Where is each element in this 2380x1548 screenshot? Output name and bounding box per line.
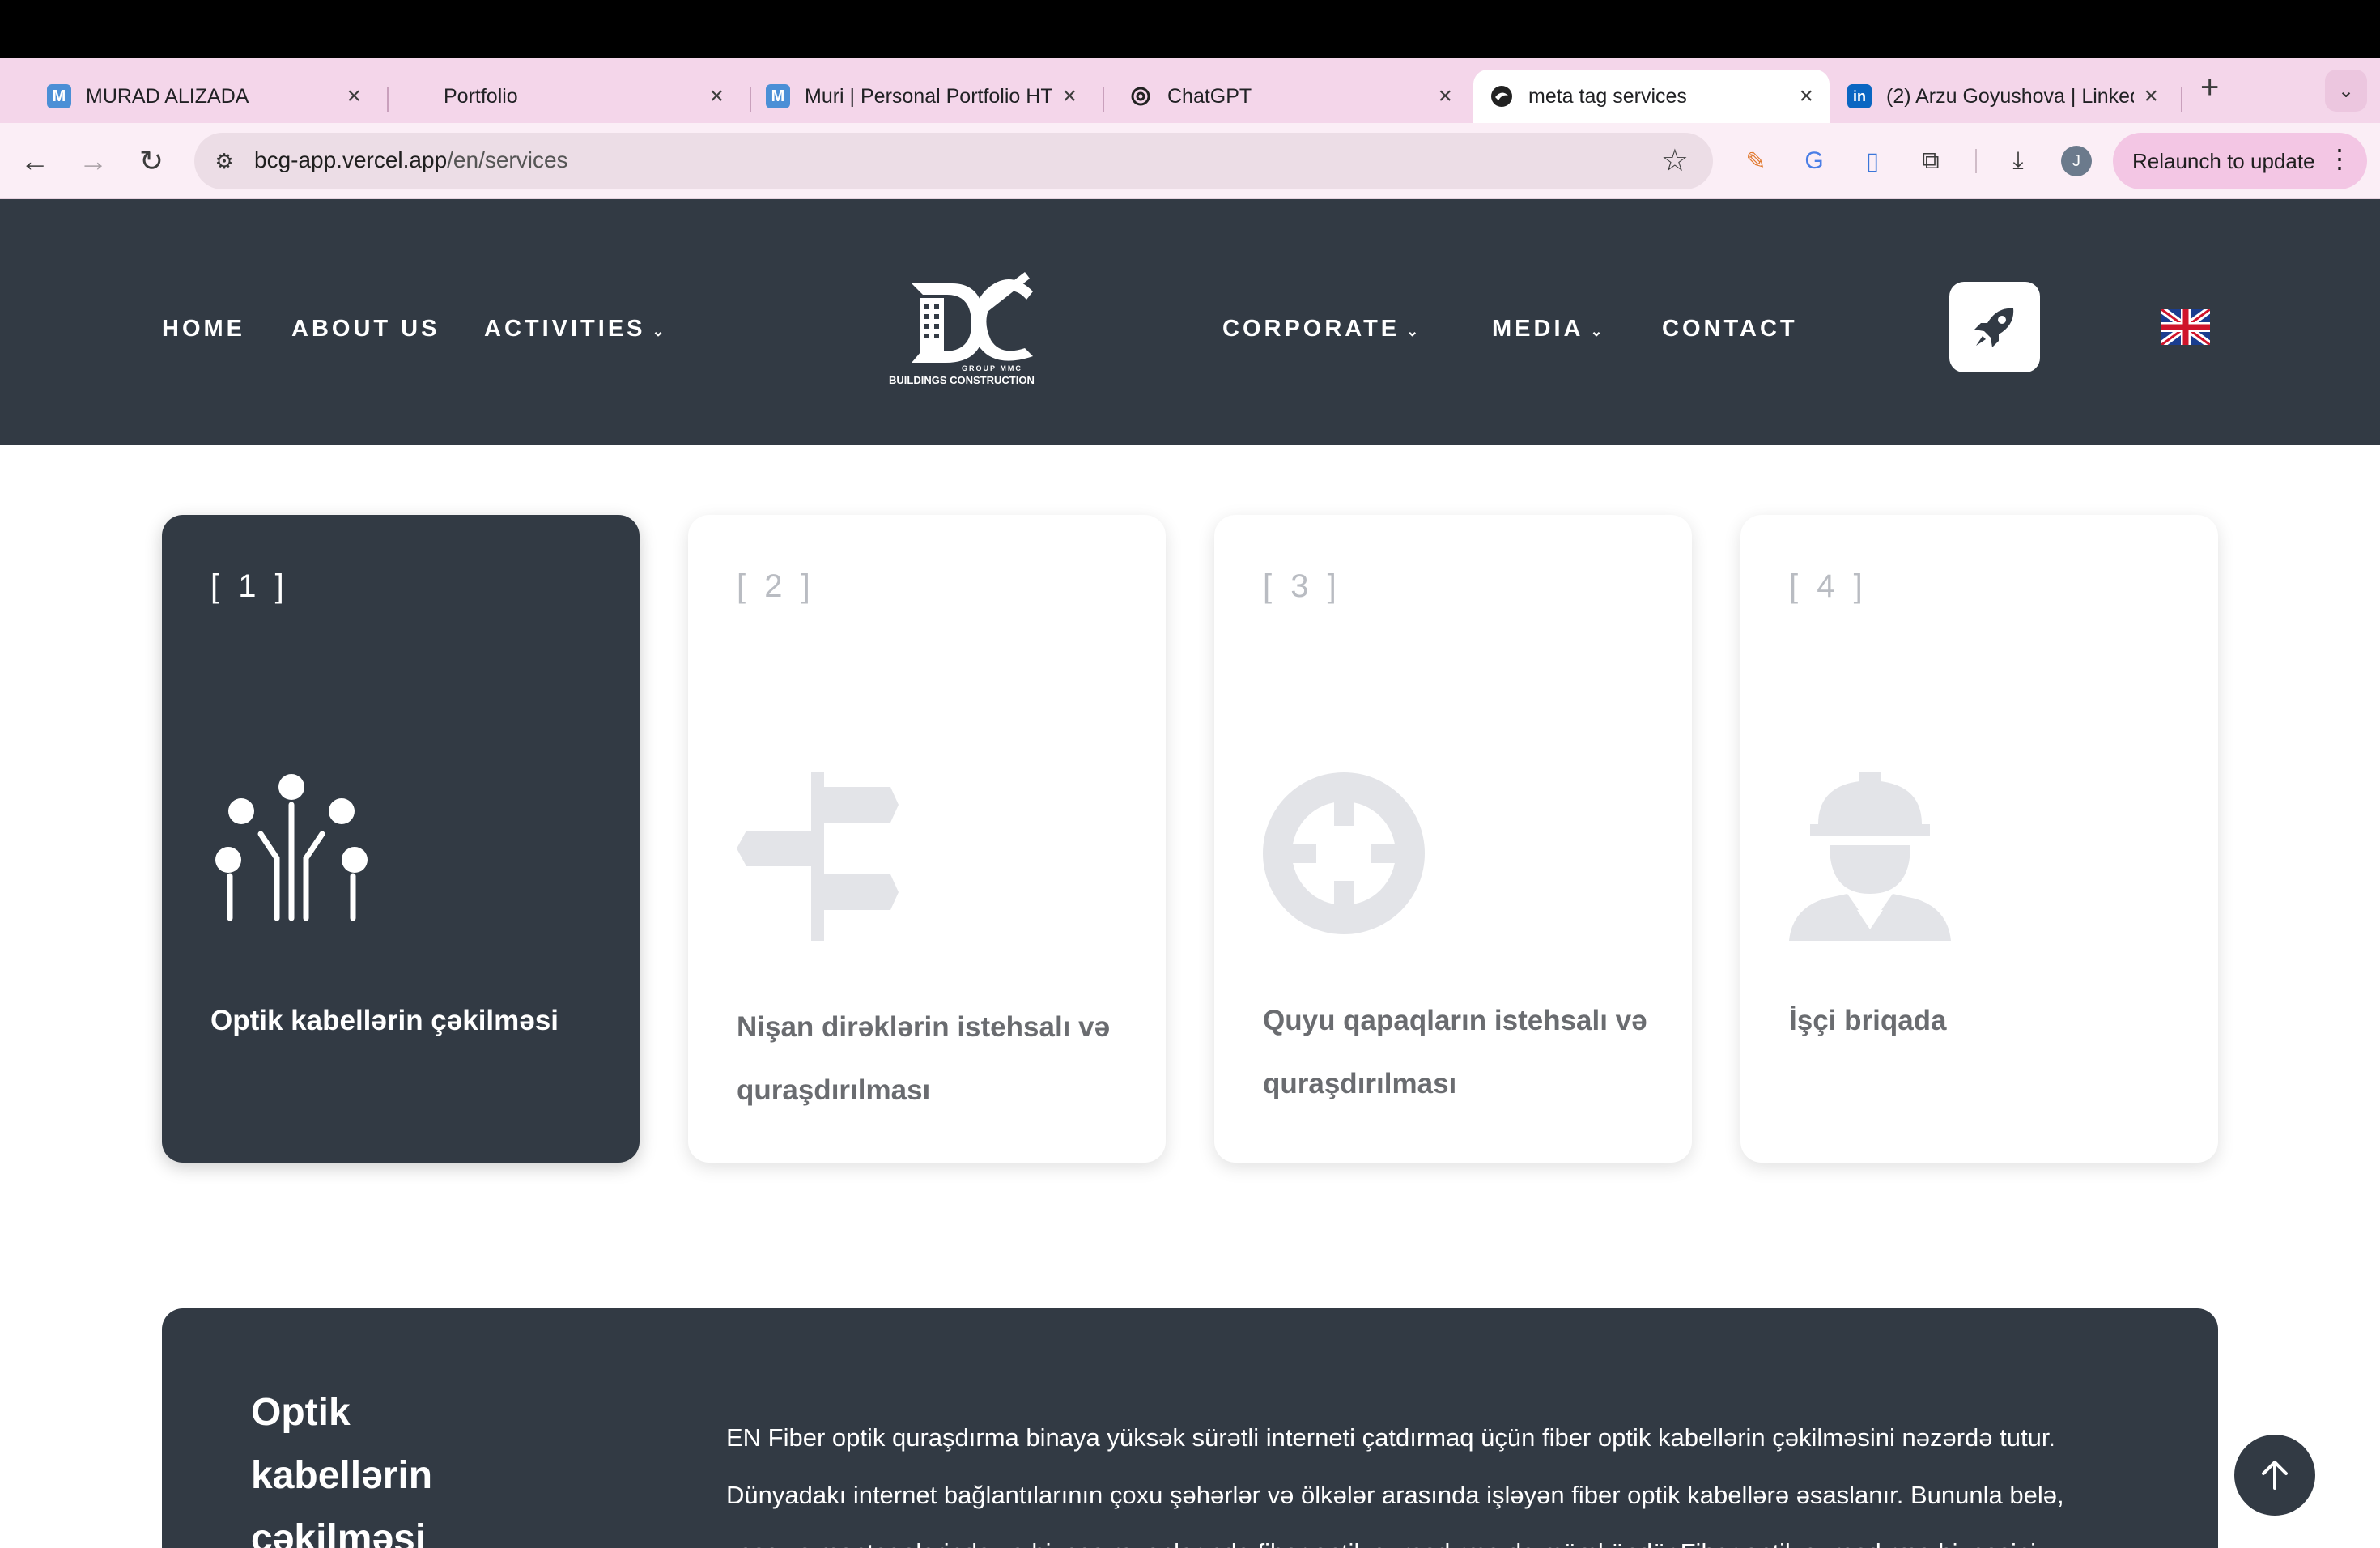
m-favicon-icon: M [47, 84, 71, 108]
card-title: Nişan dirəklərin istehsalı və quraşdırıl… [737, 1011, 1111, 1106]
site-settings-icon[interactable]: ⚙ [210, 147, 238, 175]
close-icon[interactable]: × [1799, 84, 1813, 108]
service-card-1[interactable]: [ 1 ] Optik kabellərin çəkilməsi [162, 515, 640, 1163]
tab-title: ChatGPT [1167, 84, 1252, 108]
forward-icon[interactable]: → [73, 141, 113, 181]
card-number: [ 4 ] [1789, 568, 1868, 604]
tab-strip: M MURAD ALIZADA × Portfolio × M Muri | P… [0, 58, 2380, 123]
download-icon[interactable]: ⤓ [2003, 146, 2034, 176]
tab-portfolio[interactable]: Portfolio × [387, 70, 740, 123]
profile-avatar[interactable]: J [2061, 146, 2092, 176]
toolbar-separator [1975, 149, 1977, 173]
tab-linkedin[interactable]: in (2) Arzu Goyushova | LinkedIn × [1831, 70, 2174, 123]
relaunch-label: Relaunch to update [2132, 148, 2315, 173]
service-detail-section: Optik kabellərin çəkilməsi EN Fiber opti… [162, 1308, 2218, 1548]
more-menu-icon[interactable]: ⋮ [2327, 146, 2352, 172]
url-domain: bcg-app.vercel.app [254, 147, 448, 172]
close-icon[interactable]: × [346, 84, 361, 108]
close-icon[interactable]: × [1062, 84, 1077, 108]
card-title: Optik kabellərin çəkilməsi [210, 1005, 559, 1036]
tab-title: MURAD ALIZADA [86, 84, 249, 108]
translate-extension-icon[interactable]: G [1799, 146, 1830, 176]
m-favicon-icon: M [766, 84, 790, 108]
tab-chatgpt[interactable]: ChatGPT × [1112, 70, 1468, 123]
tab-separator [1103, 87, 1104, 112]
chevron-down-icon: ⌄ [1590, 323, 1603, 339]
nav-activities[interactable]: ACTIVITIES ⌄ [484, 316, 665, 342]
bcg-logo[interactable]: GROUP MMC BUILDINGS CONSTRUCTION [887, 267, 1057, 389]
rocket-button[interactable] [1949, 282, 2040, 372]
worker-icon [1789, 772, 1951, 941]
nav-label: ABOUT US [291, 316, 440, 342]
nav-label: CONTACT [1662, 316, 1798, 342]
service-card-2[interactable]: [ 2 ] Nişan dirəklərin istehsalı və qura… [688, 515, 1166, 1163]
tab-title: (2) Arzu Goyushova | LinkedIn [1886, 84, 2135, 108]
arrow-up-icon [2262, 1461, 2288, 1490]
bookmark-star-icon[interactable]: ☆ [1661, 142, 1689, 179]
logo-subtext: GROUP MMC [962, 364, 1022, 372]
nav-label: HOME [162, 316, 245, 342]
nav-label: ACTIVITIES [484, 316, 646, 342]
clipboard-extension-icon[interactable]: ▯ [1857, 146, 1888, 176]
new-tab-icon[interactable]: + [2200, 71, 2219, 104]
service-card-4[interactable]: [ 4 ] İşçi briqada [1740, 515, 2218, 1163]
tab-search-chevron-icon[interactable]: ⌄ [2325, 70, 2367, 112]
nav-media[interactable]: MEDIA ⌄ [1492, 316, 1603, 342]
card-number: [ 2 ] [737, 568, 815, 604]
card-title: Quyu qapaqların istehsalı və quraşdırılm… [1263, 1005, 1647, 1099]
nav-label: MEDIA [1492, 316, 1584, 342]
site-header: HOME ABOUT US ACTIVITIES ⌄ GROUP MMC BUIL… [0, 199, 2380, 445]
nav-contact[interactable]: CONTACT [1662, 316, 1798, 342]
detail-text: EN Fiber optik quraşdırma binaya yüksək … [726, 1423, 2064, 1548]
chevron-down-icon: ⌄ [1406, 323, 1419, 339]
tab-title: Portfolio [444, 84, 518, 108]
relaunch-button[interactable]: Relaunch to update ⋮ [2113, 133, 2367, 189]
close-icon[interactable]: × [2144, 84, 2158, 108]
card-title: İşçi briqada [1789, 1005, 1947, 1036]
service-card-3[interactable]: [ 3 ] Quyu qapaqların istehsalı və quraş… [1214, 515, 1692, 1163]
tab-title: meta tag services [1528, 84, 1687, 108]
url-text: bcg-app.vercel.app/en/services [254, 147, 568, 173]
color-picker-extension-icon[interactable]: ✎ [1740, 146, 1771, 176]
tab-title: Muri | Personal Portfolio HTML [805, 84, 1053, 108]
scroll-to-top-button[interactable] [2234, 1435, 2315, 1516]
chatgpt-logo-icon [1128, 84, 1153, 108]
reload-icon[interactable]: ↻ [131, 141, 172, 181]
os-menu-bar [0, 0, 2380, 58]
url-path: /en/services [447, 147, 568, 172]
browser-toolbar: ← → ↻ ⚙ bcg-app.vercel.app/en/services ☆… [0, 123, 2380, 199]
site-logo-icon [1490, 84, 1514, 108]
circuit-icon [215, 774, 368, 921]
uk-flag-icon[interactable] [2161, 309, 2210, 345]
card-number: [ 1 ] [210, 568, 289, 604]
nav-about-us[interactable]: ABOUT US [291, 316, 440, 342]
address-bar[interactable]: ⚙ bcg-app.vercel.app/en/services ☆ [194, 133, 1713, 189]
nav-corporate[interactable]: CORPORATE ⌄ [1222, 316, 1418, 342]
detail-title: Optik kabellərin çəkilməsi [251, 1391, 433, 1548]
chevron-down-icon: ⌄ [652, 323, 665, 339]
close-icon[interactable]: × [709, 84, 724, 108]
tab-meta-tag-services[interactable]: meta tag services × [1473, 70, 1830, 123]
back-icon[interactable]: ← [15, 141, 55, 181]
close-icon[interactable]: × [1438, 84, 1452, 108]
linkedin-icon: in [1847, 84, 1872, 108]
manhole-cover-icon [1263, 772, 1425, 934]
rocket-icon [1974, 308, 2014, 347]
logo-text: BUILDINGS CONSTRUCTION [889, 374, 1035, 386]
signpost-icon [737, 772, 899, 941]
tab-separator [2181, 87, 2182, 112]
nav-label: CORPORATE [1222, 316, 1400, 342]
card-number: [ 3 ] [1263, 568, 1341, 604]
extensions-puzzle-icon[interactable]: ⧉ [1915, 146, 1946, 176]
nav-home[interactable]: HOME [162, 316, 245, 342]
tab-murad-alizada[interactable]: M MURAD ALIZADA × [31, 70, 377, 123]
tab-muri-portfolio[interactable]: M Muri | Personal Portfolio HTML × [750, 70, 1093, 123]
